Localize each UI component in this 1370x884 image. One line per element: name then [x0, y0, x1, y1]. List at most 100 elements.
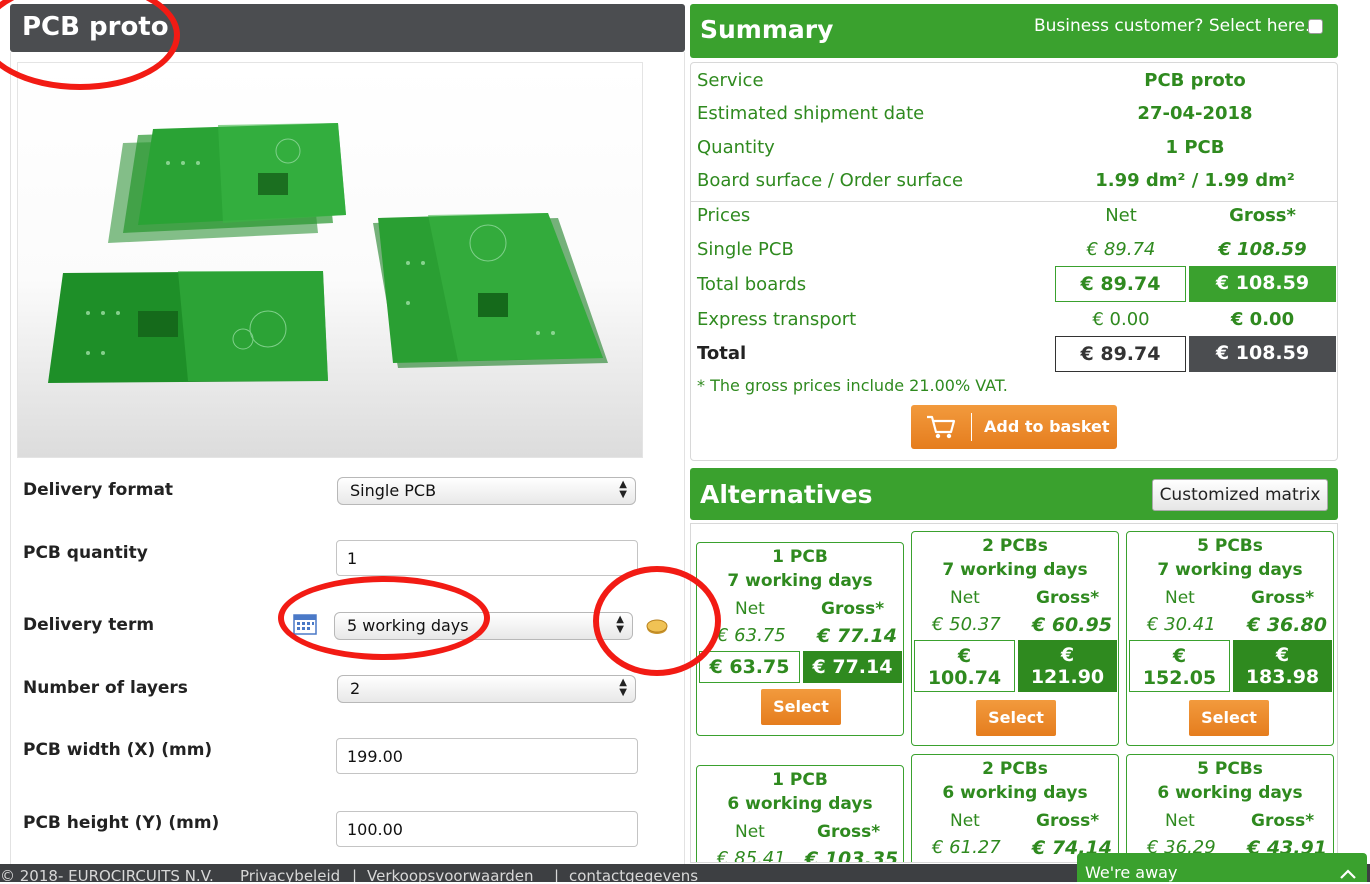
- cart-icon: [925, 414, 957, 444]
- chat-widget-tab[interactable]: We're away: [1077, 853, 1367, 882]
- alt-net-total: € 100.74: [914, 640, 1015, 692]
- pcb-height-input[interactable]: 100.00: [336, 811, 638, 847]
- alt-gross-total-value: 183.98: [1245, 666, 1320, 688]
- alt-net-label: Net: [735, 599, 765, 619]
- service-value: PCB proto: [1144, 70, 1246, 91]
- alt-days: 7 working days: [942, 560, 1088, 580]
- alternative-card: 1 PCB 7 working days Net Gross* € 63.75 …: [696, 542, 904, 736]
- alt-net-label: Net: [1165, 588, 1195, 608]
- footer-link-terms[interactable]: Verkoopsvoorwaarden: [367, 867, 534, 882]
- alt-gross-total: € 183.98: [1233, 640, 1332, 692]
- alt-gross-label: Gross*: [817, 822, 881, 842]
- pcb-width-input[interactable]: 199.00: [336, 738, 638, 774]
- alternative-card: 5 PCBs 7 working days Net Gross* € 30.41…: [1126, 531, 1334, 746]
- surface-value: 1.99 dm² / 1.99 dm²: [1095, 170, 1295, 191]
- alt-days: 6 working days: [1157, 783, 1303, 803]
- alt-gross-unit: € 36.80: [1247, 614, 1327, 636]
- footer-separator: |: [554, 867, 560, 882]
- alt-select-button[interactable]: Select: [1189, 700, 1269, 736]
- footer-link-contact[interactable]: contactgegevens: [569, 867, 698, 882]
- select-arrows-icon: ▲ ▼: [619, 479, 627, 500]
- total-boards-gross: € 108.59: [1189, 266, 1336, 302]
- ship-date-value: 27-04-2018: [1137, 103, 1253, 124]
- alt-gross-unit: € 77.14: [817, 625, 897, 647]
- alt-select-button[interactable]: Select: [976, 700, 1056, 736]
- pcb-quantity-input[interactable]: 1: [336, 540, 638, 576]
- customized-matrix-button[interactable]: Customized matrix: [1152, 479, 1328, 511]
- alternative-card: 1 PCB 6 working days Net Gross* € 85.41 …: [696, 765, 904, 862]
- total-label: Total: [697, 343, 747, 364]
- alt-qty: 1 PCB: [772, 547, 828, 567]
- alt-select-button[interactable]: Select: [761, 689, 841, 725]
- alt-net-unit: € 50.37: [932, 614, 1001, 635]
- footer-separator: |: [352, 867, 358, 882]
- quantity-label: Quantity: [697, 137, 775, 158]
- express-net: € 0.00: [1092, 309, 1150, 330]
- alt-gross-unit: € 60.95: [1032, 614, 1112, 636]
- alt-net-label: Net: [950, 811, 980, 831]
- delivery-term-label: Delivery term: [23, 615, 155, 635]
- alt-days: 6 working days: [727, 794, 873, 814]
- alt-net-total: € 63.75: [699, 651, 800, 683]
- pcb-quantity-label: PCB quantity: [23, 543, 148, 563]
- alt-days: 6 working days: [942, 783, 1088, 803]
- alternative-card: 2 PCBs 6 working days Net Gross* € 61.27…: [911, 754, 1119, 862]
- alternatives-panel: 1 PCB 7 working days Net Gross* € 63.75 …: [690, 523, 1338, 863]
- alt-qty: 5 PCBs: [1197, 536, 1263, 556]
- alt-net-label: Net: [1165, 811, 1195, 831]
- single-pcb-label: Single PCB: [697, 239, 794, 260]
- layers-label: Number of layers: [23, 678, 188, 698]
- prices-header: Prices: [697, 205, 751, 226]
- alt-days: 7 working days: [727, 571, 873, 591]
- alternative-card: 5 PCBs 6 working days Net Gross* € 36.29…: [1126, 754, 1334, 862]
- single-pcb-net: € 89.74: [1086, 239, 1156, 260]
- alt-qty: 2 PCBs: [982, 759, 1048, 779]
- summary-header: Summary Business customer? Select here.: [690, 4, 1338, 58]
- chat-status-label: We're away: [1085, 863, 1178, 882]
- alt-net-label: Net: [950, 588, 980, 608]
- total-net: € 89.74: [1055, 336, 1186, 372]
- pcb-front-left: [48, 271, 328, 383]
- alt-gross-label: Gross*: [1251, 588, 1315, 608]
- express-label: Express transport: [697, 309, 857, 330]
- alt-gross-total: € 77.14: [803, 651, 902, 683]
- basket-divider: [971, 413, 972, 441]
- footer-copyright: © 2018- EUROCIRCUITS N.V.: [0, 867, 214, 882]
- alt-gross-total-currency: €: [1060, 644, 1075, 666]
- pcb-stack-right: [373, 213, 608, 368]
- alt-qty: 2 PCBs: [982, 536, 1048, 556]
- select-arrows-icon: ▲ ▼: [619, 677, 627, 698]
- summary-divider: [691, 201, 1337, 202]
- delivery-format-value: Single PCB: [350, 481, 437, 500]
- alt-net-label: Net: [735, 822, 765, 842]
- delivery-format-select[interactable]: Single PCB ▲ ▼: [337, 477, 636, 505]
- delivery-format-label: Delivery format: [23, 480, 174, 500]
- service-label: Service: [697, 70, 764, 91]
- alt-gross-label: Gross*: [1036, 811, 1100, 831]
- alt-gross-total-value: 121.90: [1030, 666, 1105, 688]
- pcb-stack-back: [108, 123, 346, 243]
- alt-net-total-value: € 63.75: [709, 656, 790, 678]
- layers-value: 2: [350, 679, 361, 698]
- alternatives-title: Alternatives: [700, 480, 873, 509]
- alt-net-total: € 152.05: [1129, 640, 1230, 692]
- add-to-basket-label: Add to basket: [984, 417, 1110, 436]
- pcb-width-label: PCB width (X) (mm): [23, 740, 213, 760]
- single-pcb-gross: € 108.59: [1218, 239, 1307, 260]
- net-header: Net: [1105, 205, 1137, 226]
- layers-select[interactable]: 2 ▲ ▼: [337, 675, 636, 703]
- chevron-up-icon: [1339, 865, 1357, 884]
- total-gross: € 108.59: [1189, 336, 1336, 372]
- summary-title: Summary: [700, 15, 834, 44]
- alt-net-total-currency: €: [1172, 645, 1187, 667]
- ship-date-label: Estimated shipment date: [697, 103, 925, 124]
- alt-net-unit: € 30.41: [1147, 614, 1216, 635]
- pcb-height-label: PCB height (Y) (mm): [23, 813, 220, 833]
- highlight-circle: [278, 576, 490, 660]
- add-to-basket-button[interactable]: Add to basket: [911, 405, 1117, 449]
- footer-link-privacy[interactable]: Privacybeleid: [240, 867, 340, 882]
- surface-label: Board surface / Order surface: [697, 170, 964, 191]
- alt-gross-label: Gross*: [1036, 588, 1100, 608]
- business-customer-checkbox[interactable]: [1308, 19, 1323, 34]
- quantity-value: 1 PCB: [1165, 137, 1225, 158]
